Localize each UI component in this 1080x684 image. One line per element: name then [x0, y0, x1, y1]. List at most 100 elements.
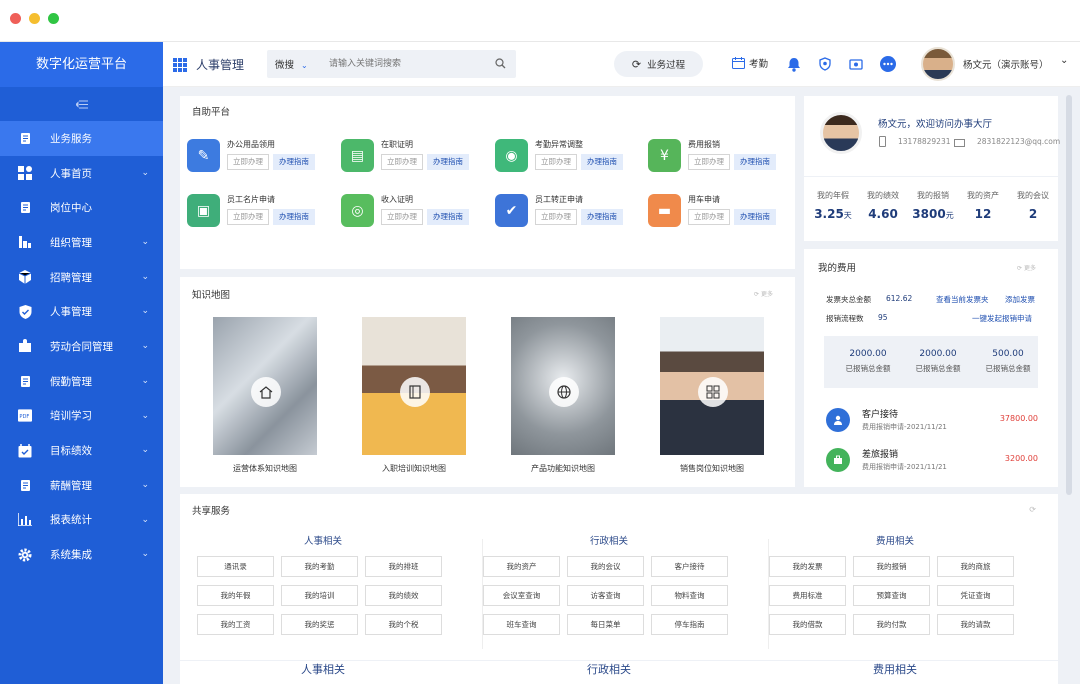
service-icon[interactable]: ▣ — [187, 194, 220, 227]
sidebar-item[interactable]: 招聘管理 ⌄ — [0, 260, 163, 295]
shared-service-button[interactable]: 我的付款 — [853, 614, 930, 635]
expense-record[interactable]: 差旅报销 费用报销申请-2021/11/21 3200.00 — [804, 444, 1058, 480]
shared-service-button[interactable]: 我的培训 — [281, 585, 358, 606]
shared-service-button[interactable]: 我的发票 — [769, 556, 846, 577]
sidebar-item[interactable]: 报表统计 ⌄ — [0, 503, 163, 538]
maximize-window-button[interactable] — [48, 13, 59, 24]
profile-stat[interactable]: 我的绩效 4.60 — [858, 190, 908, 221]
shared-service-button[interactable]: 我的排班 — [365, 556, 442, 577]
profile-stat[interactable]: 我的年假 3.25天 — [808, 190, 858, 221]
service-icon[interactable]: ▬ — [648, 194, 681, 227]
start-reimburse-link[interactable]: 一键发起报销申请 — [972, 313, 1032, 324]
chevron-down-icon[interactable]: ⌄ — [1060, 55, 1068, 66]
attendance-link[interactable]: 考勤 — [732, 56, 768, 70]
knowledge-card[interactable]: 运营体系知识地图 — [213, 317, 317, 474]
apps-grid-icon[interactable] — [173, 58, 187, 72]
user-avatar[interactable] — [921, 47, 955, 81]
sidebar-item[interactable]: 岗位中心 — [0, 190, 163, 225]
service-icon[interactable]: ◉ — [495, 139, 528, 172]
close-window-button[interactable] — [10, 13, 21, 24]
refresh-icon[interactable]: ⟳ — [1029, 505, 1036, 514]
sidebar-item[interactable]: 人事首页 ⌄ — [0, 156, 163, 191]
shared-service-button[interactable]: 我的资产 — [483, 556, 560, 577]
profile-stat[interactable]: 我的会议 2 — [1008, 190, 1058, 221]
chevron-down-icon[interactable]: ⌄ — [141, 272, 149, 282]
shared-service-button[interactable]: 物料查询 — [651, 585, 728, 606]
shared-service-button[interactable]: 会议室查询 — [483, 585, 560, 606]
apply-button[interactable]: 立即办理 — [381, 154, 423, 170]
shared-service-button[interactable]: 客户接待 — [651, 556, 728, 577]
chevron-down-icon[interactable]: ⌄ — [141, 411, 149, 421]
minimize-window-button[interactable] — [29, 13, 40, 24]
service-icon[interactable]: ◎ — [341, 194, 374, 227]
shared-service-button[interactable]: 预算查询 — [853, 585, 930, 606]
apply-button[interactable]: 立即办理 — [688, 209, 730, 225]
chevron-down-icon[interactable]: ⌄ — [141, 376, 149, 386]
knowledge-card[interactable]: 销售岗位知识地图 — [660, 317, 764, 474]
shared-service-button[interactable]: 通讯录 — [197, 556, 274, 577]
chevron-down-icon[interactable]: ⌄ — [141, 480, 149, 490]
chevron-down-icon[interactable]: ⌄ — [141, 168, 149, 178]
scrollbar[interactable] — [1066, 95, 1072, 495]
shared-service-button[interactable]: 我的年假 — [197, 585, 274, 606]
search-icon[interactable] — [495, 58, 506, 69]
service-icon[interactable]: ✎ — [187, 139, 220, 172]
guide-button[interactable]: 办理指南 — [581, 209, 623, 225]
apply-button[interactable]: 立即办理 — [535, 154, 577, 170]
chevron-down-icon[interactable]: ⌄ — [141, 445, 149, 455]
guide-button[interactable]: 办理指南 — [734, 154, 776, 170]
add-invoice-link[interactable]: 添加发票 — [1005, 294, 1035, 305]
apply-button[interactable]: 立即办理 — [227, 209, 269, 225]
sidebar-item[interactable]: 假勤管理 ⌄ — [0, 364, 163, 399]
service-icon[interactable]: ✔ — [495, 194, 528, 227]
more-link[interactable]: ⟳ 更多 — [754, 289, 773, 298]
guide-button[interactable]: 办理指南 — [427, 209, 469, 225]
shared-service-button[interactable]: 我的考勤 — [281, 556, 358, 577]
shared-service-button[interactable]: 我的个税 — [365, 614, 442, 635]
profile-stat[interactable]: 我的资产 12 — [958, 190, 1008, 221]
user-name[interactable]: 杨文元（演示账号） — [963, 57, 1049, 71]
apply-button[interactable]: 立即办理 — [535, 209, 577, 225]
shared-service-button[interactable]: 每日菜单 — [567, 614, 644, 635]
shared-service-button[interactable]: 班车查询 — [483, 614, 560, 635]
chevron-down-icon[interactable]: ⌄ — [141, 306, 149, 316]
shared-service-button[interactable]: 我的商旅 — [937, 556, 1014, 577]
guide-button[interactable]: 办理指南 — [273, 209, 315, 225]
shared-service-button[interactable]: 我的会议 — [567, 556, 644, 577]
guide-button[interactable]: 办理指南 — [427, 154, 469, 170]
apply-button[interactable]: 立即办理 — [688, 154, 730, 170]
sidebar-item[interactable]: 目标绩效 ⌄ — [0, 433, 163, 468]
shared-service-button[interactable]: 费用标准 — [769, 585, 846, 606]
sidebar-item[interactable]: 劳动合同管理 ⌄ — [0, 329, 163, 364]
service-icon[interactable]: ¥ — [648, 139, 681, 172]
sidebar-item[interactable]: 组织管理 ⌄ — [0, 225, 163, 260]
sidebar-item[interactable]: 系统集成 ⌄ — [0, 537, 163, 572]
guide-button[interactable]: 办理指南 — [581, 154, 623, 170]
bell-icon[interactable] — [785, 55, 803, 73]
shared-service-button[interactable]: 我的绩效 — [365, 585, 442, 606]
shared-service-button[interactable]: 停车指南 — [651, 614, 728, 635]
search-input[interactable] — [329, 56, 479, 72]
apply-button[interactable]: 立即办理 — [227, 154, 269, 170]
more-link[interactable]: ⟳ 更多 — [1017, 263, 1036, 272]
badge-icon[interactable] — [816, 55, 834, 73]
sidebar-item[interactable]: 人事管理 ⌄ — [0, 294, 163, 329]
chevron-down-icon[interactable]: ⌄ — [141, 515, 149, 525]
shared-service-button[interactable]: 我的借款 — [769, 614, 846, 635]
shared-service-button[interactable]: 我的工资 — [197, 614, 274, 635]
chevron-down-icon[interactable]: ⌄ — [141, 341, 149, 351]
shared-service-button[interactable]: 访客查询 — [567, 585, 644, 606]
profile-stat[interactable]: 我的报销 3800元 — [908, 190, 958, 221]
guide-button[interactable]: 办理指南 — [734, 209, 776, 225]
shared-service-button[interactable]: 凭证查询 — [937, 585, 1014, 606]
knowledge-card[interactable]: 产品功能知识地图 — [511, 317, 615, 474]
chevron-down-icon[interactable]: ⌄ — [141, 549, 149, 559]
more-icon[interactable] — [879, 55, 897, 73]
expense-record[interactable]: 客户接待 费用报销申请-2021/11/21 37800.00 — [804, 404, 1058, 440]
apply-button[interactable]: 立即办理 — [381, 209, 423, 225]
sidebar-item[interactable]: PDF 培训学习 ⌄ — [0, 399, 163, 434]
sidebar-item[interactable]: 薪酬管理 ⌄ — [0, 468, 163, 503]
shared-service-button[interactable]: 我的奖惩 — [281, 614, 358, 635]
knowledge-card[interactable]: 入职培训知识地图 — [362, 317, 466, 474]
screen-icon[interactable] — [847, 55, 865, 73]
